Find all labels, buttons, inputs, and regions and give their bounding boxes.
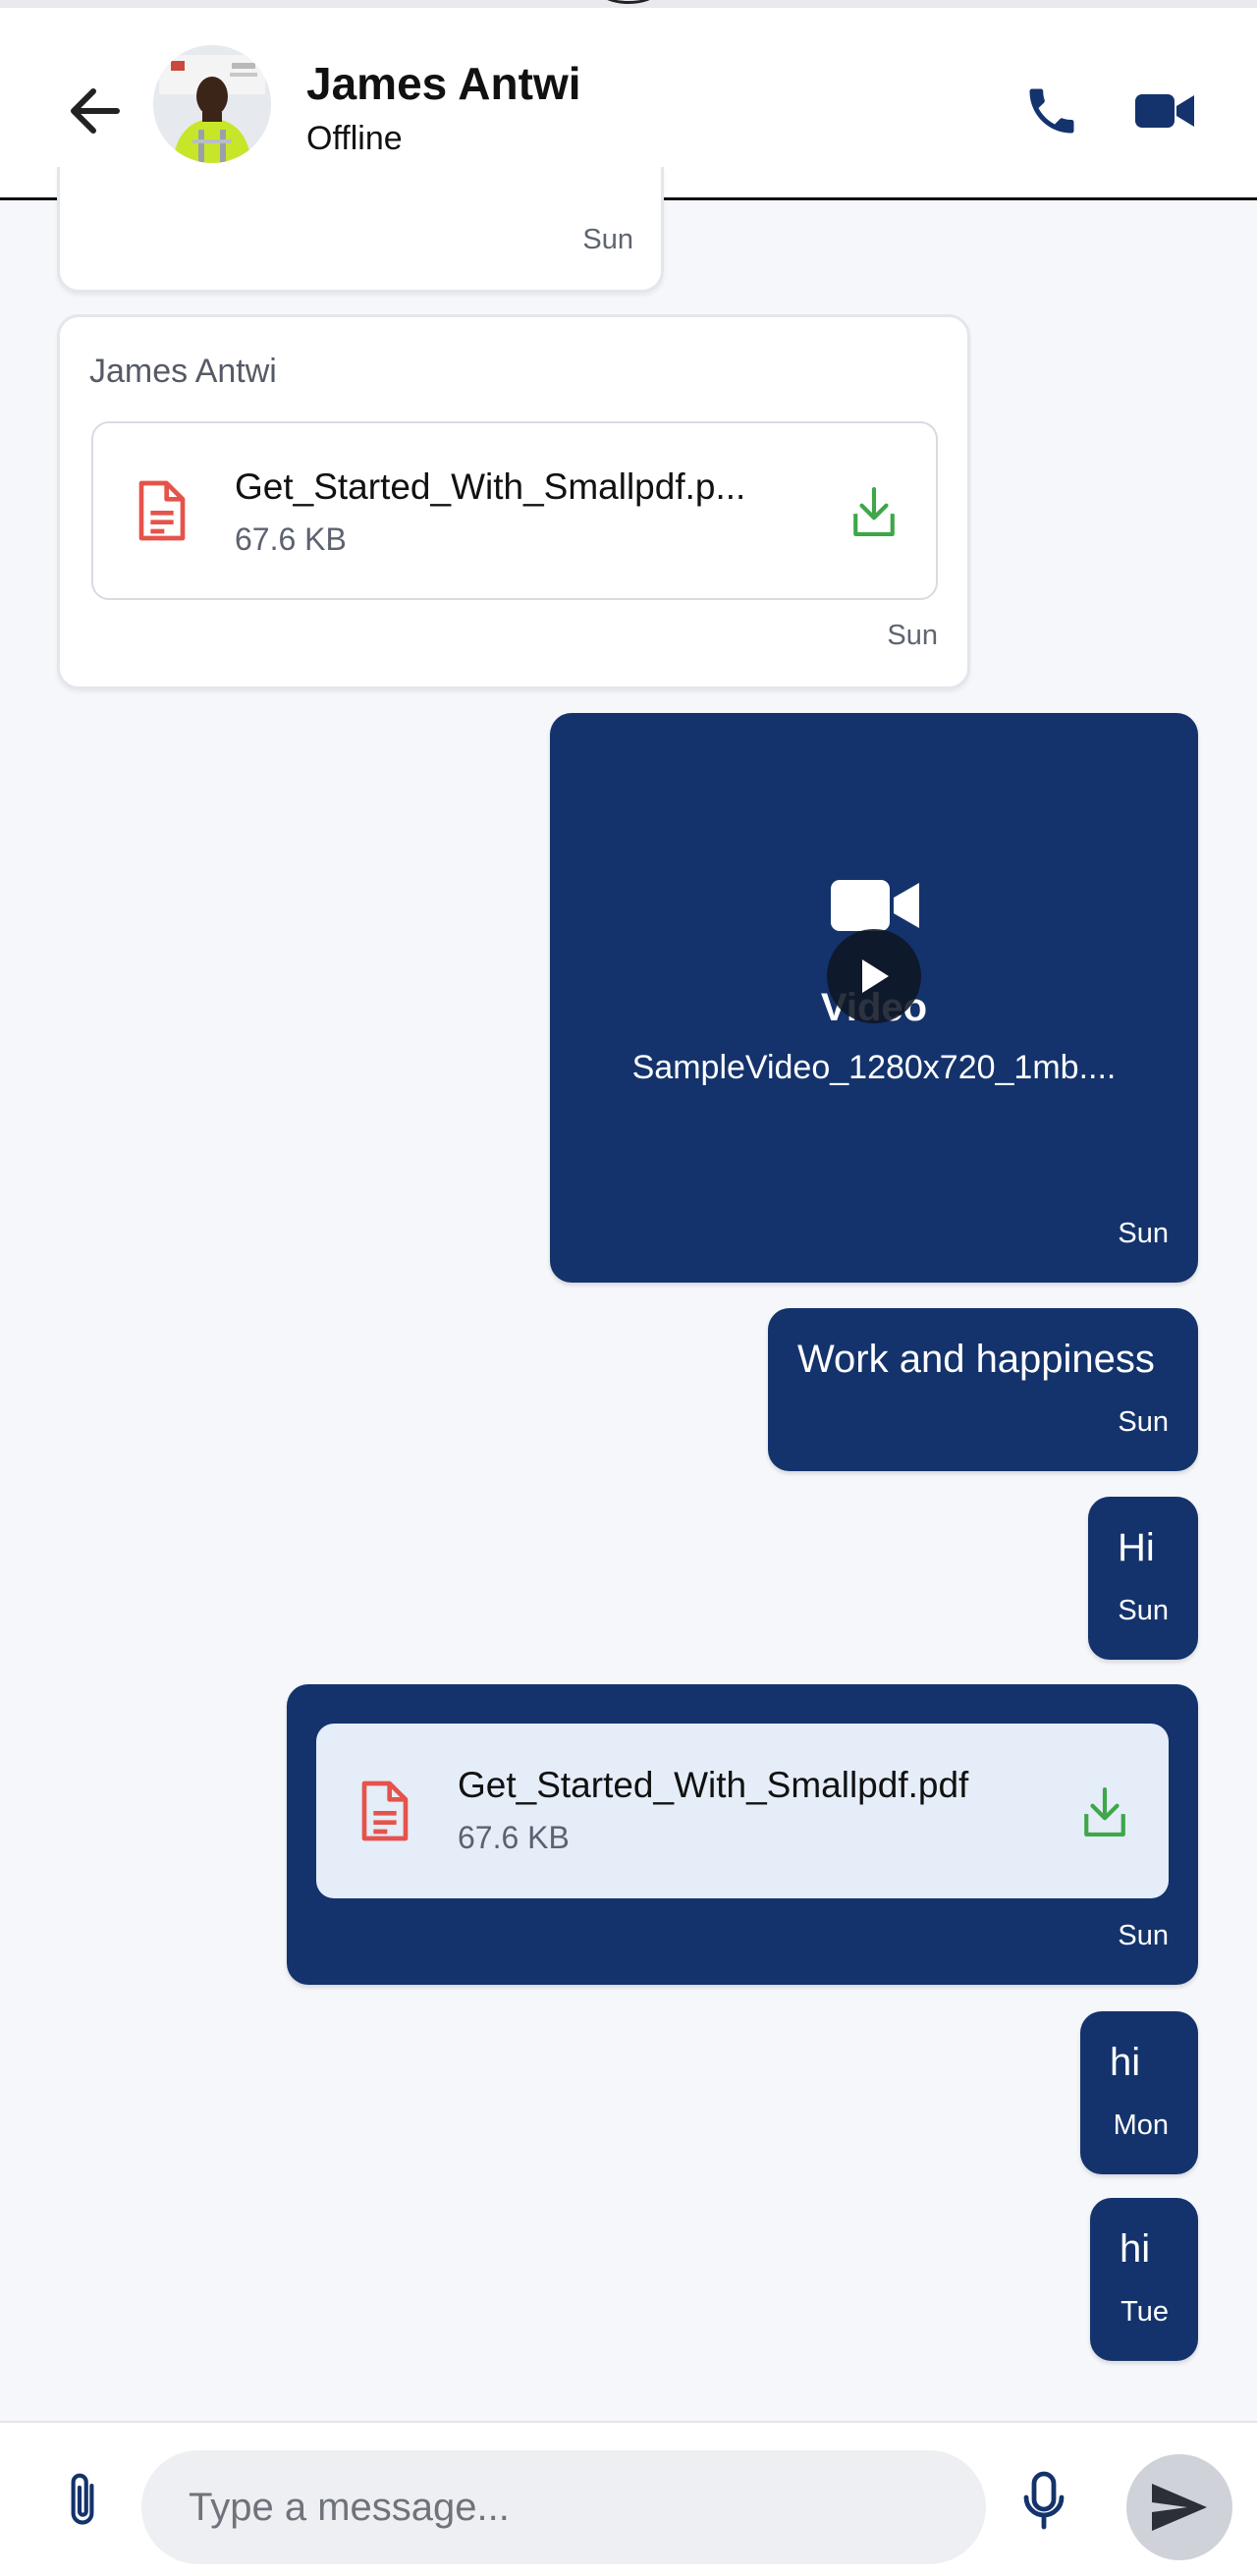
message-text: Work and happiness xyxy=(797,1338,1155,1381)
pdf-file-icon xyxy=(361,1781,409,1841)
message-bubble-outgoing: hi Mon xyxy=(1080,2011,1198,2174)
message-text: hi xyxy=(1110,2041,1141,2084)
message-bubble-outgoing: Hi Sun xyxy=(1088,1497,1198,1660)
message-bubble-outgoing[interactable]: Video SampleVideo_1280x720_1mb.... Sun xyxy=(550,713,1198,1283)
message-time: Sun xyxy=(1118,1920,1169,1951)
voice-call-button[interactable] xyxy=(1017,77,1086,145)
file-attachment[interactable]: Get_Started_With_Smallpdf.pdf 67.6 KB xyxy=(316,1724,1169,1898)
file-size: 67.6 KB xyxy=(458,1820,570,1855)
message-text: Hi xyxy=(1118,1526,1155,1569)
message-input[interactable] xyxy=(141,2450,986,2564)
play-icon xyxy=(862,959,889,993)
contact-name[interactable]: James Antwi xyxy=(306,57,581,110)
message-bubble-outgoing: Work and happiness Sun xyxy=(768,1308,1198,1471)
sender-name: James Antwi xyxy=(89,353,277,390)
video-camera-icon xyxy=(1135,94,1194,128)
file-name: Get_Started_With_Smallpdf.p... xyxy=(235,466,746,507)
back-arrow-icon xyxy=(71,88,120,134)
download-icon[interactable] xyxy=(849,484,899,539)
send-button[interactable] xyxy=(1126,2454,1232,2560)
message-bubble-outgoing: Get_Started_With_Smallpdf.pdf 67.6 KB Su… xyxy=(287,1684,1198,1985)
message-bubble-incoming: Sun xyxy=(57,167,664,293)
contact-status: Offline xyxy=(306,120,403,157)
message-time: Tue xyxy=(1120,2296,1169,2328)
microphone-button[interactable] xyxy=(1013,2466,1074,2537)
message-bubble-outgoing: hi Tue xyxy=(1090,2198,1198,2361)
message-time: Sun xyxy=(887,620,938,651)
back-button[interactable] xyxy=(59,77,128,145)
video-call-button[interactable] xyxy=(1129,77,1200,145)
message-time: Sun xyxy=(1118,1218,1169,1249)
message-composer xyxy=(0,2421,1257,2576)
paperclip-icon xyxy=(71,2473,94,2525)
file-size: 67.6 KB xyxy=(235,521,347,557)
pdf-file-icon xyxy=(138,480,186,541)
play-button[interactable] xyxy=(827,929,921,1023)
message-time: Sun xyxy=(582,224,633,255)
video-file-name: SampleVideo_1280x720_1mb.... xyxy=(631,1049,1117,1086)
download-icon[interactable] xyxy=(1080,1784,1129,1839)
message-bubble-incoming: James Antwi Get_Started_With_Smallpdf.p.… xyxy=(57,314,970,689)
message-text: hi xyxy=(1120,2227,1151,2271)
microphone-icon xyxy=(1023,2471,1065,2530)
avatar[interactable] xyxy=(153,45,271,163)
file-name: Get_Started_With_Smallpdf.pdf xyxy=(458,1765,969,1805)
message-time: Sun xyxy=(1118,1595,1169,1626)
message-time: Sun xyxy=(1118,1406,1169,1438)
file-attachment[interactable]: Get_Started_With_Smallpdf.p... 67.6 KB xyxy=(91,421,938,600)
send-icon xyxy=(1152,2484,1207,2531)
message-time: Mon xyxy=(1113,2110,1169,2141)
video-camera-icon xyxy=(831,880,919,931)
phone-icon xyxy=(1029,88,1074,134)
attach-button[interactable] xyxy=(53,2466,112,2535)
